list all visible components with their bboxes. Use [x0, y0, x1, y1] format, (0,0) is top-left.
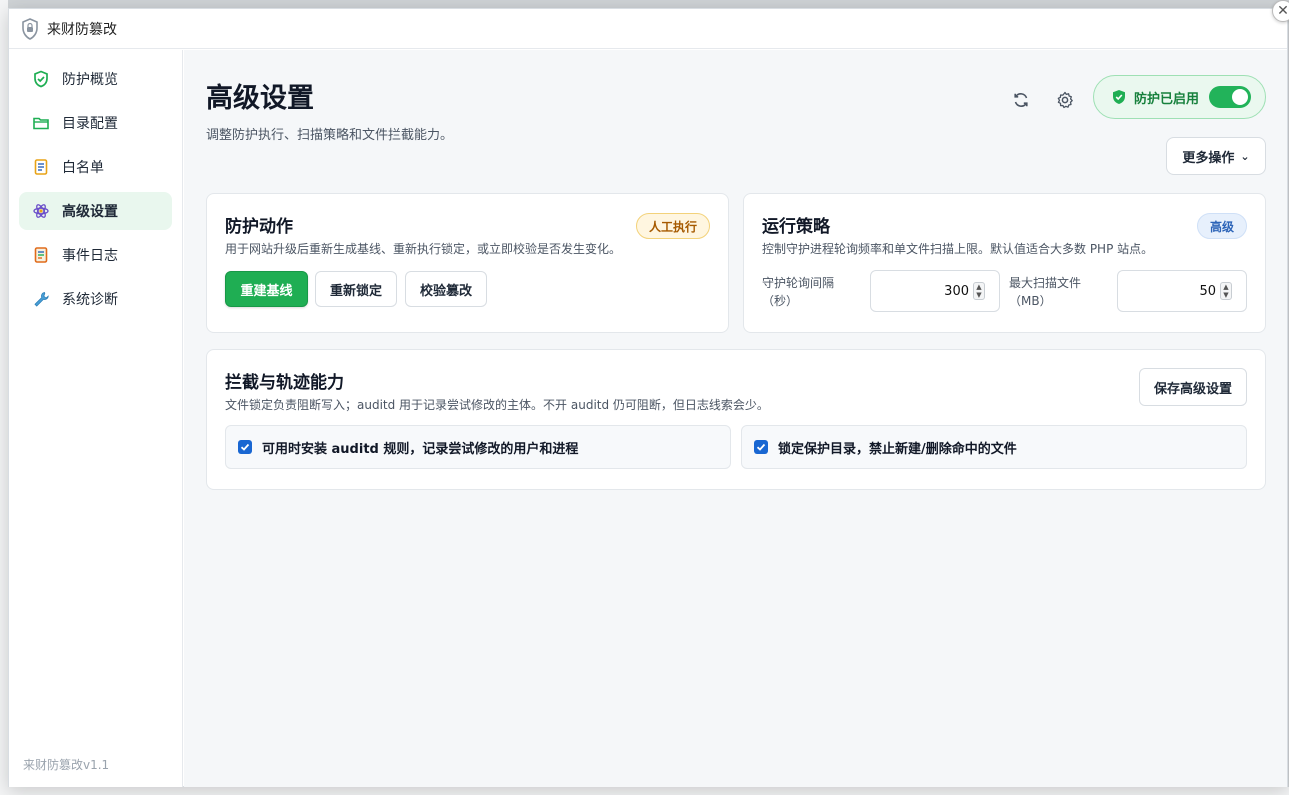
close-icon: ✕ — [1277, 3, 1289, 19]
check-icon — [756, 443, 766, 451]
stepper-icon[interactable]: ▲ ▼ — [1220, 282, 1232, 300]
poll-interval-input[interactable]: 300 ▲ ▼ — [870, 270, 1000, 312]
card-title: 拦截与轨迹能力 — [225, 373, 344, 393]
shield-check-icon — [1113, 90, 1125, 104]
sidebar-item-whitelist[interactable]: 白名单 — [19, 148, 172, 186]
refresh-icon — [1014, 93, 1028, 107]
chevron-down-icon: ⌄ — [1240, 149, 1250, 163]
relock-button[interactable]: 重新锁定 — [315, 271, 397, 307]
advanced-badge: 高级 — [1197, 213, 1247, 239]
max-scan-label: 最大扫描文件 （MB） — [1009, 274, 1081, 310]
poll-interval-value: 300 — [944, 283, 969, 299]
title-bar: 来财防篡改 — [9, 9, 1287, 49]
lock-directory-option[interactable]: 锁定保护目录，禁止新建/删除命中的文件 — [741, 425, 1247, 469]
run-policy-card: 运行策略 控制守护进程轮询频率和单文件扫描上限。默认值适合大多数 PHP 站点。… — [743, 193, 1266, 333]
page-title: 高级设置 — [206, 83, 314, 114]
max-scan-label-line: 最大扫描文件 — [1009, 276, 1082, 290]
card-description: 文件锁定负责阻断写入；auditd 用于记录尝试修改的主体。不开 auditd … — [225, 398, 769, 412]
sidebar-item-diagnostics[interactable]: 系统诊断 — [19, 280, 172, 318]
checkbox-checked[interactable] — [238, 440, 252, 454]
card-title: 防护动作 — [225, 217, 293, 237]
sidebar-item-logs[interactable]: 事件日志 — [19, 236, 172, 274]
window-title: 来财防篡改 — [47, 21, 117, 38]
sidebar-item-label: 白名单 — [62, 160, 104, 176]
more-actions-label: 更多操作 — [1182, 150, 1235, 166]
sidebar-item-label: 系统诊断 — [62, 292, 118, 308]
auditd-option[interactable]: 可用时安装 auditd 规则，记录尝试修改的用户和进程 — [225, 425, 731, 469]
max-scan-value: 50 — [1199, 283, 1216, 299]
save-advanced-button[interactable]: 保存高级设置 — [1139, 368, 1247, 406]
sidebar-item-label: 防护概览 — [62, 72, 118, 88]
manual-badge: 人工执行 — [636, 213, 710, 239]
poll-interval-unit: （秒） — [762, 294, 799, 308]
protection-toggle[interactable] — [1209, 86, 1252, 108]
card-description: 控制守护进程轮询频率和单文件扫描上限。默认值适合大多数 PHP 站点。 — [762, 242, 1154, 256]
max-scan-unit: （MB） — [1009, 294, 1052, 308]
sidebar-item-label: 事件日志 — [62, 248, 118, 264]
app-logo-icon — [22, 17, 38, 40]
protection-status-label: 防护已启用 — [1134, 91, 1200, 107]
folder-icon — [32, 114, 50, 132]
atom-icon — [32, 202, 50, 220]
document-list-icon — [32, 158, 50, 176]
page-subtitle: 调整防护执行、扫描策略和文件拦截能力。 — [206, 128, 454, 143]
gear-icon — [1057, 91, 1073, 109]
poll-interval-label: 守护轮询间隔 （秒） — [762, 274, 834, 310]
app-version: 来财防篡改v1.1 — [23, 758, 110, 772]
max-scan-input[interactable]: 50 ▲ ▼ — [1117, 270, 1247, 312]
app-window: 来财防篡改 防护概览 目录配置 白名单 高级设置 事件日志 系统诊断 来财防篡改… — [8, 8, 1288, 787]
sidebar: 防护概览 目录配置 白名单 高级设置 事件日志 系统诊断 来财防篡改v1.1 — [9, 50, 183, 787]
intercept-card: 拦截与轨迹能力 文件锁定负责阻断写入；auditd 用于记录尝试修改的主体。不开… — [206, 349, 1266, 490]
sidebar-item-label: 目录配置 — [62, 116, 118, 132]
card-title: 运行策略 — [762, 217, 830, 237]
more-actions-button[interactable]: 更多操作 ⌄ — [1166, 137, 1266, 175]
poll-interval-label-line: 守护轮询间隔 — [762, 276, 835, 290]
refresh-button[interactable] — [1007, 86, 1035, 114]
card-description: 用于网站升级后重新生成基线、重新执行锁定，或立即校验是否发生变化。 — [225, 242, 622, 256]
rebuild-baseline-button[interactable]: 重建基线 — [225, 271, 308, 307]
lock-directory-option-label: 锁定保护目录，禁止新建/删除命中的文件 — [778, 441, 1017, 457]
background-page — [0, 0, 8, 795]
sidebar-item-label: 高级设置 — [62, 204, 118, 220]
settings-button[interactable] — [1051, 86, 1079, 114]
shield-check-icon — [32, 70, 50, 88]
sidebar-item-directory[interactable]: 目录配置 — [19, 104, 172, 142]
verify-tamper-button[interactable]: 校验篡改 — [405, 271, 487, 307]
auditd-option-label: 可用时安装 auditd 规则，记录尝试修改的用户和进程 — [262, 441, 579, 457]
background-page-bottom — [0, 787, 1289, 795]
sidebar-item-overview[interactable]: 防护概览 — [19, 60, 172, 98]
log-icon — [32, 246, 50, 264]
check-icon — [240, 443, 250, 451]
protection-actions-card: 防护动作 用于网站升级后重新生成基线、重新执行锁定，或立即校验是否发生变化。 人… — [206, 193, 729, 333]
stepper-icon[interactable]: ▲ ▼ — [973, 282, 985, 300]
sidebar-item-advanced[interactable]: 高级设置 — [19, 192, 172, 230]
main-content: 高级设置 调整防护执行、扫描策略和文件拦截能力。 防护已启用 更多操作 ⌄ 防护… — [184, 50, 1287, 787]
checkbox-checked[interactable] — [754, 440, 768, 454]
wrench-icon — [32, 290, 50, 308]
close-button[interactable]: ✕ — [1272, 0, 1289, 22]
protection-status-pill: 防护已启用 — [1093, 75, 1266, 119]
